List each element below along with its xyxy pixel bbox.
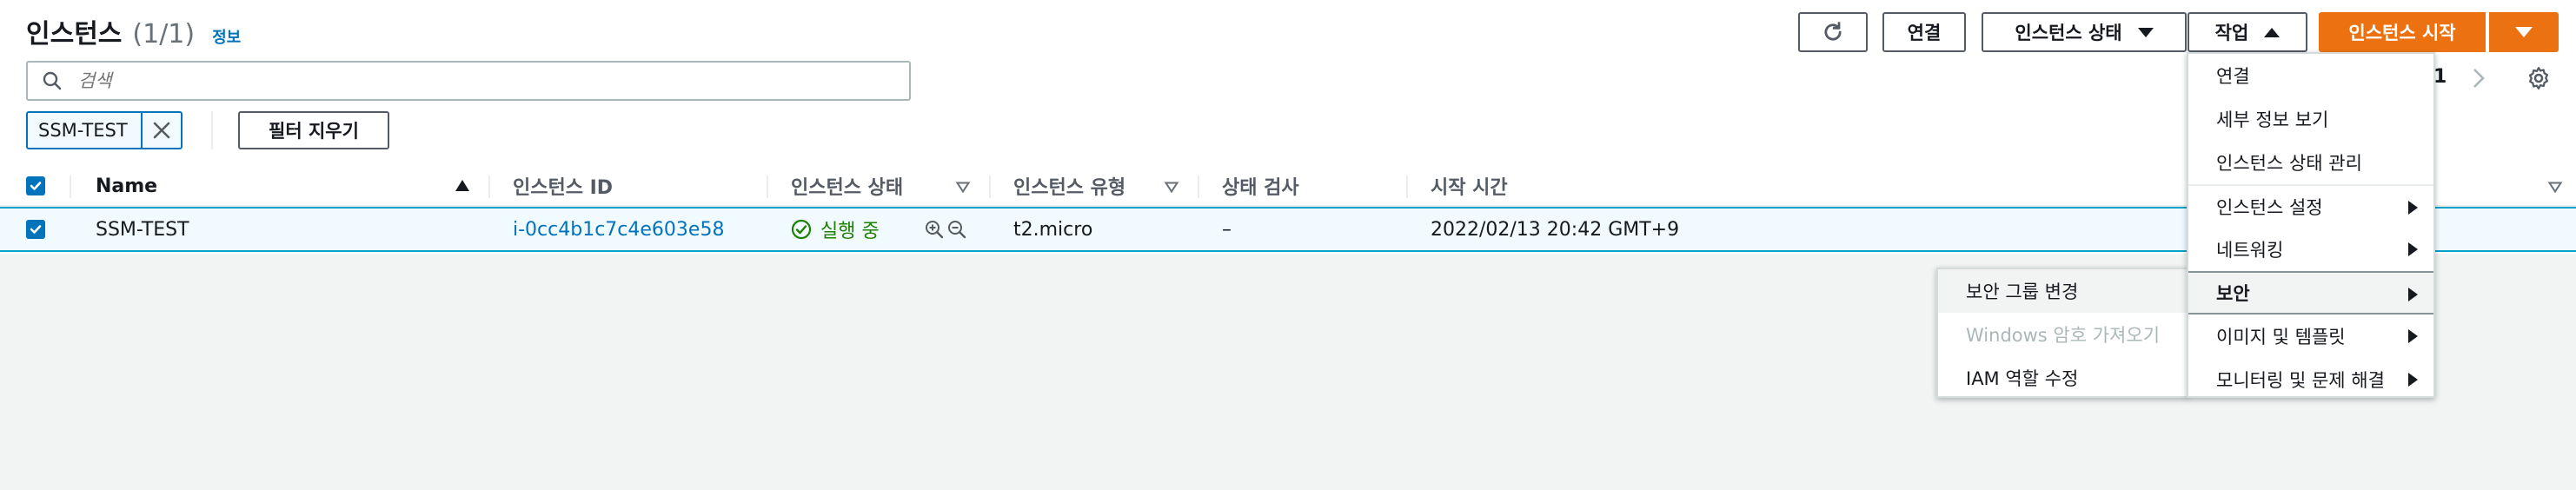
caret-right-icon — [2408, 201, 2418, 215]
instance-count: (1/1) — [132, 19, 196, 50]
zoom-out-icon[interactable] — [946, 219, 967, 240]
caret-right-icon — [2408, 329, 2418, 343]
instance-id-link[interactable]: i-0cc4b1c7c4e603e58 — [513, 209, 724, 250]
column-header-status-check[interactable]: 상태 검사 — [1222, 167, 1299, 205]
get-windows-password-item: Windows 암호 가져오기 — [1966, 325, 2161, 346]
refresh-button[interactable] — [1798, 12, 1868, 52]
menu-item-view-details[interactable]: 세부 정보 보기 — [2188, 97, 2433, 141]
menu-item-label: 인스턴스 상태 관리 — [2216, 153, 2362, 174]
menu-item-manage-instance-state[interactable]: 인스턴스 상태 관리 — [2188, 141, 2433, 184]
menu-item-label: 연결 — [2216, 66, 2250, 87]
refresh-icon — [1824, 22, 1842, 41]
clear-filters-button[interactable]: 필터 지우기 — [238, 111, 389, 149]
caret-right-icon — [2408, 242, 2418, 256]
menu-item-connect[interactable]: 연결 — [2188, 54, 2433, 97]
check-icon — [30, 182, 42, 190]
column-header-launch-time[interactable]: 시작 시간 — [1431, 167, 1508, 205]
page-title: 인스턴스 — [26, 19, 123, 50]
column-header-name[interactable]: Name — [96, 167, 157, 205]
column-header-instance-state[interactable]: 인스턴스 상태 — [791, 167, 903, 205]
instance-type: t2.micro — [1013, 218, 1093, 241]
menu-item-security[interactable]: 보안 — [2188, 271, 2433, 315]
menu-item-label: 세부 정보 보기 — [2216, 109, 2329, 130]
instance-state-button-label: 인스턴스 상태 — [2015, 23, 2122, 43]
launch-dropdown-button[interactable] — [2489, 12, 2559, 52]
filter-token: SSM-TEST — [26, 111, 183, 149]
menu-item-monitor-troubleshoot[interactable]: 모니터링 및 문제 해결 — [2188, 358, 2433, 401]
instance-state-button[interactable]: 인스턴스 상태 — [1982, 12, 2187, 52]
caret-right-icon — [2408, 288, 2418, 301]
instance-state-label: 실행 중 — [820, 221, 880, 242]
launch-instance-button-label: 인스턴스 시작 — [2348, 23, 2456, 43]
sort-icon[interactable] — [1165, 182, 1178, 193]
column-divider — [1198, 175, 1199, 198]
column-header-instance-type[interactable]: 인스턴스 유형 — [1013, 167, 1125, 205]
chevron-right-icon[interactable] — [2470, 66, 2487, 90]
menu-item-label: 이미지 및 템플릿 — [2216, 327, 2346, 348]
status-check: – — [1222, 218, 1232, 241]
menu-item-instance-settings[interactable]: 인스턴스 설정 — [2188, 184, 2433, 228]
filter-token-label: SSM-TEST — [38, 120, 128, 141]
change-security-groups-item[interactable]: 보안 그룹 변경 — [1938, 269, 2187, 313]
actions-button[interactable]: 작업 — [2188, 12, 2307, 52]
gear-icon[interactable] — [2526, 65, 2552, 91]
success-icon — [791, 219, 812, 240]
sort-icon[interactable] — [956, 182, 970, 193]
menu-item-images-templates[interactable]: 이미지 및 템플릿 — [2188, 315, 2433, 358]
menu-item-label: 인스턴스 설정 — [2216, 197, 2323, 218]
close-icon — [153, 122, 170, 139]
menu-item-networking[interactable]: 네트워킹 — [2188, 228, 2433, 271]
column-divider — [70, 175, 71, 198]
sort-ascending-icon[interactable] — [455, 180, 469, 191]
row-checkbox[interactable] — [26, 220, 45, 239]
info-link[interactable]: 정보 — [212, 25, 241, 48]
column-divider — [1406, 175, 1408, 198]
actions-menu: 연결 세부 정보 보기 인스턴스 상태 관리 인스턴스 설정 네트워킹 보안 이… — [2187, 52, 2435, 398]
column-header-instance-id[interactable]: 인스턴스 ID — [513, 167, 613, 205]
check-icon — [30, 225, 42, 234]
actions-button-label: 작업 — [2214, 23, 2249, 43]
column-divider — [989, 175, 991, 198]
divider — [211, 111, 213, 149]
search-input[interactable] — [76, 70, 859, 92]
connect-button-label: 연결 — [1907, 23, 1942, 43]
menu-item-label: 네트워킹 — [2216, 240, 2284, 261]
select-all-checkbox[interactable] — [26, 176, 45, 195]
connect-button[interactable]: 연결 — [1882, 12, 1966, 52]
caret-right-icon — [2408, 373, 2418, 387]
clear-filters-label: 필터 지우기 — [269, 121, 359, 142]
menu-item-label: 보안 — [2216, 283, 2250, 304]
remove-filter-button[interactable] — [141, 113, 181, 148]
caret-down-icon — [2515, 27, 2533, 37]
modify-iam-role-item[interactable]: IAM 역할 수정 — [1938, 356, 2187, 400]
launch-instance-button[interactable]: 인스턴스 시작 — [2319, 12, 2486, 52]
column-divider — [767, 175, 768, 198]
instance-name: SSM-TEST — [96, 218, 189, 241]
current-page[interactable]: 1 — [2433, 66, 2447, 88]
search-box[interactable] — [26, 61, 911, 101]
zoom-in-icon[interactable] — [924, 219, 945, 240]
sort-icon[interactable] — [2548, 182, 2562, 193]
instance-state-cell: 실행 중 — [791, 209, 880, 250]
menu-item-label: 모니터링 및 문제 해결 — [2216, 370, 2385, 391]
search-icon — [28, 70, 76, 91]
page-header: 인스턴스 (1/1) 정보 — [26, 12, 241, 50]
caret-up-icon — [2264, 27, 2281, 37]
security-submenu: 보안 그룹 변경 Windows 암호 가져오기 IAM 역할 수정 — [1936, 268, 2188, 398]
launch-time: 2022/02/13 20:42 GMT+9 — [1431, 218, 1680, 241]
column-divider — [488, 175, 490, 198]
caret-down-icon — [2137, 27, 2154, 37]
